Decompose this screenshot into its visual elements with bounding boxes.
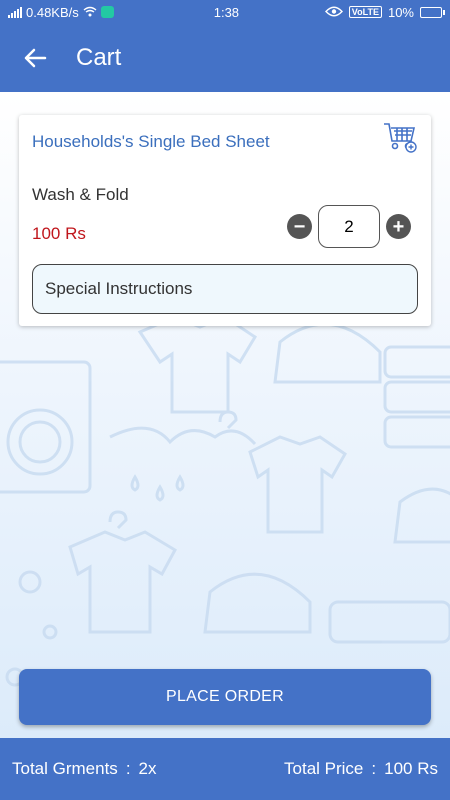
total-price: Total Price:100 Rs bbox=[284, 759, 438, 779]
cart-item-card: Households's Single Bed Sheet Wash & Fol… bbox=[19, 115, 431, 326]
cart-icon[interactable] bbox=[383, 121, 417, 153]
eye-icon bbox=[324, 5, 343, 20]
volte-badge: VoLTE bbox=[348, 6, 382, 18]
quantity-stepper: − 2 + bbox=[287, 205, 411, 248]
total-garments-label: Total Grments bbox=[12, 759, 118, 778]
app-bar: Cart bbox=[0, 24, 450, 92]
back-button[interactable] bbox=[0, 24, 70, 92]
total-price-label: Total Price bbox=[284, 759, 364, 778]
clock: 1:38 bbox=[213, 4, 240, 20]
message-notification-icon bbox=[100, 6, 114, 18]
battery-level: 10% bbox=[387, 4, 414, 20]
quantity-value[interactable]: 2 bbox=[318, 205, 380, 248]
place-order-button[interactable]: PLACE ORDER bbox=[19, 669, 431, 725]
separator: : bbox=[125, 759, 131, 778]
status-bar: 0.48KB/s 1:38 VoLTE 10% bbox=[0, 0, 450, 24]
separator: : bbox=[371, 759, 377, 778]
total-garments-value: 2x bbox=[138, 759, 157, 778]
item-name: Households's Single Bed Sheet bbox=[32, 132, 270, 151]
signal-icon bbox=[8, 6, 22, 18]
service-type: Wash & Fold bbox=[32, 185, 129, 204]
totals-bar: Total Grments:2x Total Price:100 Rs bbox=[0, 738, 450, 800]
battery-icon bbox=[420, 6, 445, 18]
decrement-button[interactable]: − bbox=[287, 214, 312, 239]
network-speed: 0.48KB/s bbox=[26, 4, 79, 20]
total-price-value: 100 Rs bbox=[384, 759, 438, 778]
item-price: 100 Rs bbox=[32, 224, 86, 243]
arrow-left-icon bbox=[24, 48, 47, 68]
page-title: Cart bbox=[76, 44, 122, 71]
special-instructions-input[interactable]: Special Instructions bbox=[32, 264, 418, 314]
wifi-icon bbox=[83, 5, 97, 20]
increment-button[interactable]: + bbox=[386, 214, 411, 239]
total-garments: Total Grments:2x bbox=[12, 759, 157, 779]
